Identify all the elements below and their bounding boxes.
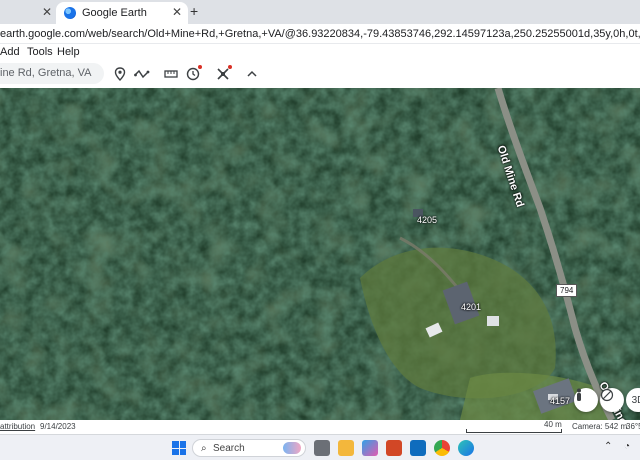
close-tab-icon[interactable]: ✕ — [42, 5, 52, 19]
scale-bar — [466, 429, 562, 433]
location-pin-icon[interactable] — [112, 66, 128, 82]
windows-taskbar: ⌕ Search ⌃ ◔ — [0, 434, 640, 460]
earth-toolbar: ine Rd, Gretna, VA — [0, 60, 640, 88]
chevron-up-icon[interactable] — [244, 66, 260, 82]
compass-button[interactable] — [600, 388, 624, 412]
house-label[interactable]: 4205 — [417, 215, 437, 225]
attribution-link[interactable]: attribution — [0, 422, 35, 431]
house-label[interactable]: 4157 — [550, 396, 570, 406]
outlook-icon[interactable] — [410, 440, 426, 456]
menu-add[interactable]: Add — [0, 46, 20, 58]
new-tab-icon[interactable]: + — [190, 3, 198, 19]
close-tab-icon[interactable]: ✕ — [172, 5, 182, 19]
windows-start-icon[interactable] — [172, 441, 186, 455]
menu-bar: Add Tools Help — [0, 44, 640, 60]
tab-google-earth[interactable]: Google Earth ✕ — [56, 2, 188, 24]
camera-altitude: Camera: 542 m — [572, 422, 628, 431]
search-icon: ⌕ — [201, 443, 207, 454]
address-bar[interactable]: earth.google.com/web/search/Old+Mine+Rd,… — [0, 24, 640, 44]
imagery-date: 9/14/2023 — [40, 422, 76, 431]
browser-tab-bar: ✕ Google Earth ✕ + — [0, 0, 640, 24]
satellite-map[interactable]: Old Mine Rd Old Mine Rd 794 4205 4201 41… — [0, 88, 640, 420]
file-explorer-icon[interactable] — [338, 440, 354, 456]
wifi-icon[interactable]: ◔ — [624, 441, 630, 452]
powerpoint-icon[interactable] — [386, 440, 402, 456]
menu-help[interactable]: Help — [57, 46, 80, 58]
copilot-icon[interactable] — [362, 440, 378, 456]
compass-icon — [600, 388, 614, 402]
search-value[interactable]: ine Rd, Gretna, VA — [0, 67, 92, 79]
chrome-icon[interactable] — [434, 440, 450, 456]
satellite-icon[interactable] — [215, 65, 232, 82]
edge-icon[interactable] — [458, 440, 474, 456]
house-label[interactable]: 4201 — [461, 302, 481, 312]
satellite-imagery — [0, 88, 640, 420]
tab-title: Google Earth — [82, 7, 147, 19]
widget-icon — [283, 442, 301, 454]
ruler-icon[interactable] — [163, 66, 179, 82]
search-input[interactable]: ine Rd, Gretna, VA — [0, 63, 104, 84]
pegman-button[interactable] — [574, 388, 598, 412]
route-icon[interactable] — [134, 66, 150, 82]
coordinates: 36°5 — [626, 422, 640, 431]
history-icon[interactable] — [185, 65, 202, 82]
google-earth-icon — [64, 7, 76, 19]
map-footer: attribution 9/14/2023 40 m Camera: 542 m… — [0, 420, 640, 434]
taskbar-search[interactable]: ⌕ Search — [192, 439, 306, 457]
url-text[interactable]: earth.google.com/web/search/Old+Mine+Rd,… — [0, 28, 640, 40]
menu-tools[interactable]: Tools — [27, 46, 53, 58]
chevron-up-icon[interactable]: ⌃ — [604, 441, 612, 452]
taskbar-search-label: Search — [213, 443, 245, 454]
route-shield: 794 — [556, 284, 578, 297]
scale-label: 40 m — [544, 420, 562, 429]
person-icon — [577, 388, 581, 401]
task-view-icon[interactable] — [314, 440, 330, 456]
